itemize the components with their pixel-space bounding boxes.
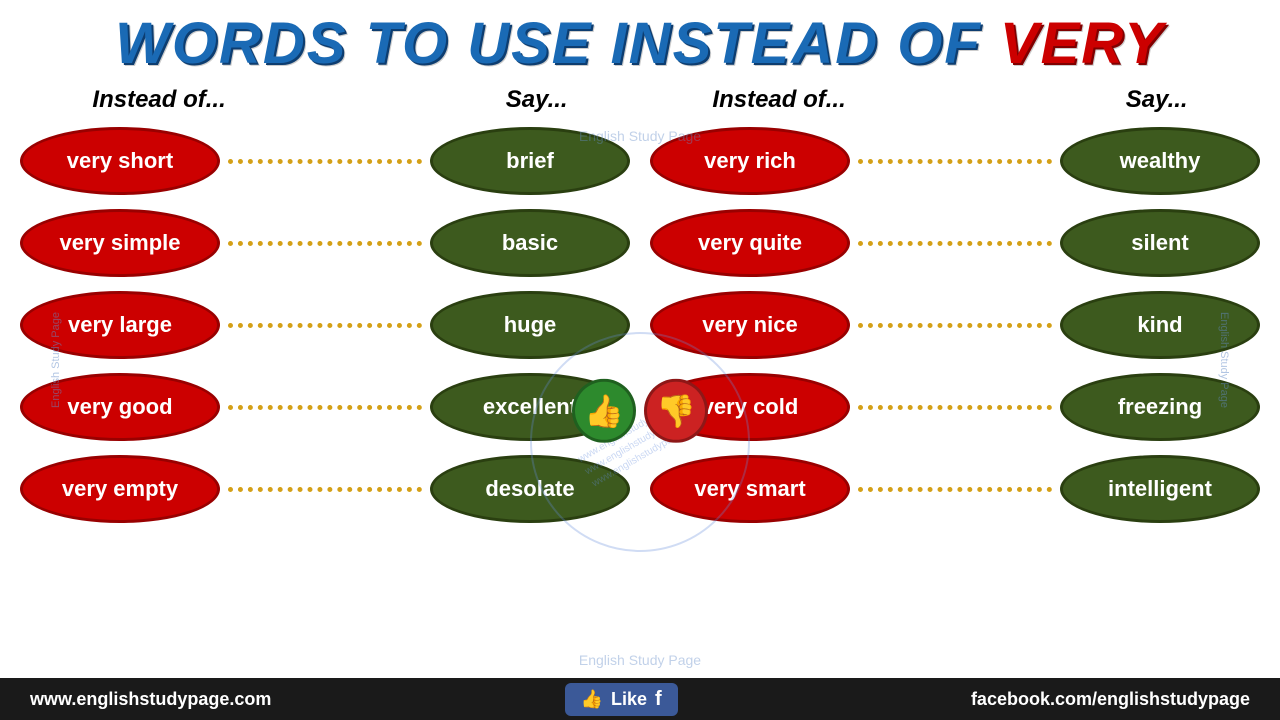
right-column: very rich wealthy very quite silent very… (640, 118, 1270, 678)
say-pill-1: brief (430, 127, 630, 195)
instead-pill-r2: very quite (650, 209, 850, 277)
instead-pill-1: very short (20, 127, 220, 195)
instead-pill-r5: very smart (650, 455, 850, 523)
pair-row-5: very empty desolate (20, 450, 630, 528)
footer: www.englishstudypage.com 👍 Like f facebo… (0, 678, 1280, 720)
pair-row-2: very simple basic (20, 204, 630, 282)
right-instead-header: Instead of... (712, 86, 845, 114)
connector-r3 (858, 323, 1052, 328)
connector-r5 (858, 487, 1052, 492)
pair-row-1: very short brief (20, 122, 630, 200)
left-instead-header: Instead of... (92, 86, 225, 114)
say-pill-r4: freezing (1060, 373, 1260, 441)
say-pill-r2: silent (1060, 209, 1260, 277)
footer-website: www.englishstudypage.com (30, 689, 271, 710)
like-label: Like (611, 689, 647, 710)
say-pill-3: huge (430, 291, 630, 359)
thumbs-up-icon: 👍 (572, 379, 636, 443)
right-say-header: Say... (1126, 86, 1188, 114)
say-pill-2: basic (430, 209, 630, 277)
left-say-header: Say... (506, 86, 568, 114)
instead-pill-3: very large (20, 291, 220, 359)
right-headers: Instead of... Say... (652, 86, 1247, 114)
connector-1 (228, 159, 422, 164)
pair-row-r4: very cold freezing (650, 368, 1260, 446)
pair-row-r2: very quite silent (650, 204, 1260, 282)
facebook-f-icon: f (655, 688, 662, 711)
connector-4 (228, 405, 422, 410)
instead-pill-4: very good (20, 373, 220, 441)
pair-row-r1: very rich wealthy (650, 122, 1260, 200)
pair-row-r3: very nice kind (650, 286, 1260, 364)
center-icons: 👍 👎 (572, 379, 708, 443)
main-content: English Study Page www.englishstudypage.… (0, 118, 1280, 678)
instead-pill-2: very simple (20, 209, 220, 277)
title-part1: WORDS TO USE INSTEAD OF (115, 11, 1000, 76)
say-pill-r3: kind (1060, 291, 1260, 359)
connector-r1 (858, 159, 1052, 164)
say-pill-r5: intelligent (1060, 455, 1260, 523)
connector-r4 (858, 405, 1052, 410)
connector-3 (228, 323, 422, 328)
instead-pill-5: very empty (20, 455, 220, 523)
say-pill-5: desolate (430, 455, 630, 523)
left-column: very short brief very simple basic very … (10, 118, 640, 678)
thumbs-down-icon: 👎 (644, 379, 708, 443)
title-text: WORDS TO USE INSTEAD OF VERY (115, 11, 1165, 76)
title-bar: WORDS TO USE INSTEAD OF VERY (0, 0, 1280, 82)
connector-2 (228, 241, 422, 246)
pair-row-4: very good excellent (20, 368, 630, 446)
left-headers: Instead of... Say... (32, 86, 627, 114)
column-headers: Instead of... Say... Instead of... Say..… (0, 82, 1280, 118)
title-part2: VERY (1000, 11, 1165, 76)
like-thumb-icon: 👍 (581, 689, 603, 710)
like-button[interactable]: 👍 Like f (565, 683, 678, 716)
instead-pill-r3: very nice (650, 291, 850, 359)
connector-r2 (858, 241, 1052, 246)
pair-row-3: very large huge (20, 286, 630, 364)
say-pill-r1: wealthy (1060, 127, 1260, 195)
instead-pill-r1: very rich (650, 127, 850, 195)
pair-row-r5: very smart intelligent (650, 450, 1260, 528)
footer-facebook: facebook.com/englishstudypage (971, 689, 1250, 710)
connector-5 (228, 487, 422, 492)
